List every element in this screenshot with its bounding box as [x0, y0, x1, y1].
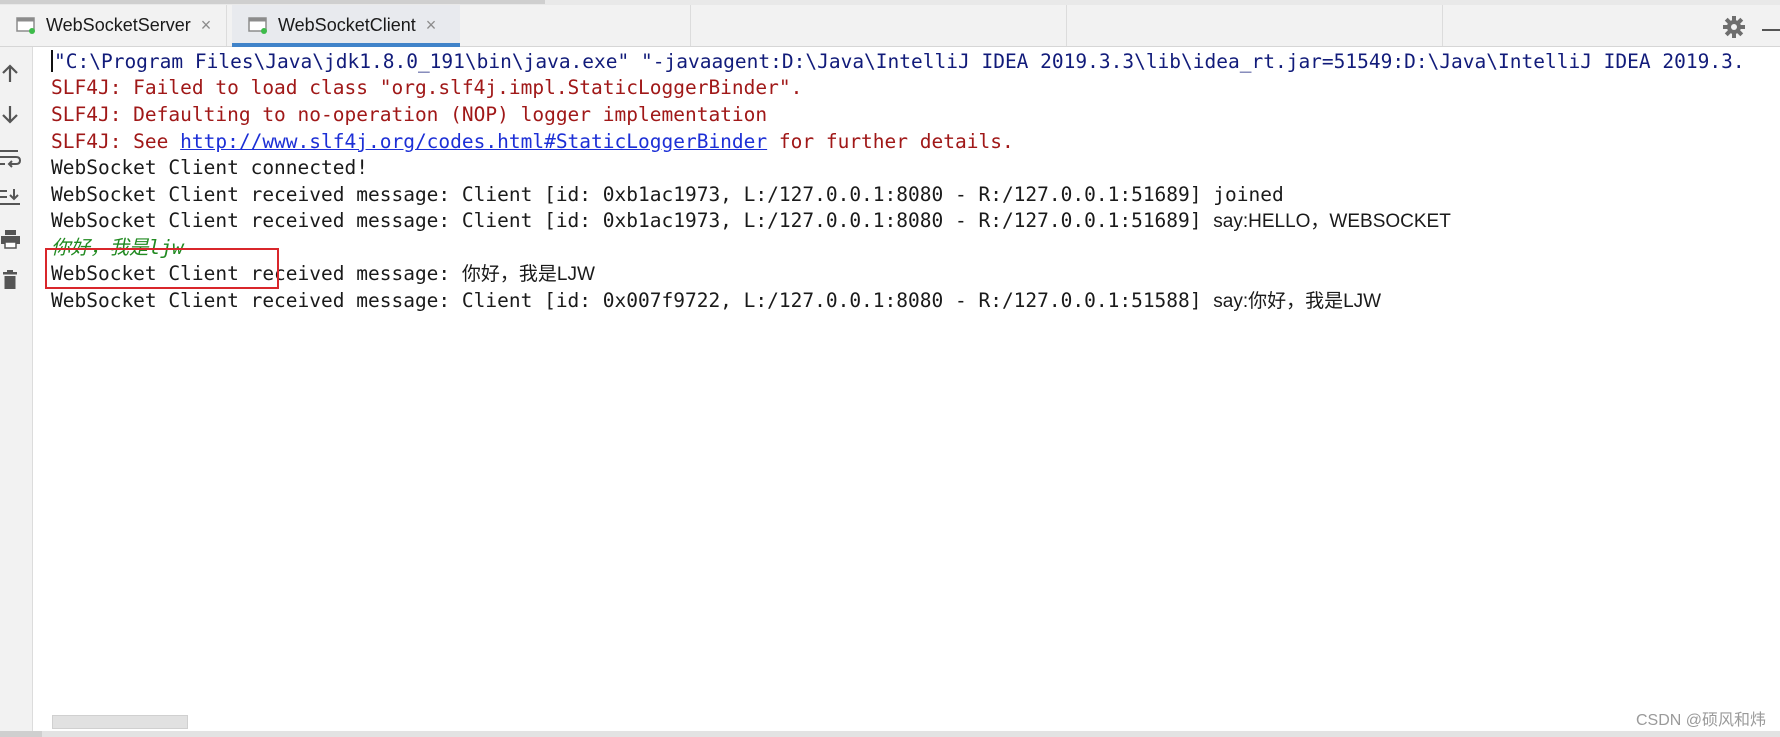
arrow-up-icon[interactable] [0, 62, 22, 84]
tab-websocket-client[interactable]: WebSocketClient × [232, 5, 460, 47]
tab-label: WebSocketClient [278, 15, 416, 35]
tab-websocket-server[interactable]: WebSocketServer × [0, 5, 226, 46]
console-line-output: WebSocket Client connected! [51, 156, 368, 179]
tab-divider [1066, 5, 1067, 46]
text-cursor [51, 50, 53, 72]
tab-divider [690, 5, 691, 46]
console-output[interactable]: "C:\Program Files\Java\jdk1.8.0_191\bin\… [33, 47, 1780, 727]
gear-icon[interactable] [1722, 15, 1746, 39]
run-tool-window: WebSocketServer × WebSocketClient × "C:\… [0, 0, 1780, 737]
tab-label: WebSocketServer [46, 15, 191, 35]
console-toolbar [0, 47, 33, 737]
console-app-icon [16, 17, 35, 34]
highlight-box [45, 248, 279, 289]
console-line-error: SLF4J: Defaulting to no-operation (NOP) … [51, 103, 768, 126]
minimize-icon[interactable] [1762, 29, 1780, 31]
tab-divider [1442, 5, 1443, 46]
soft-wrap-icon[interactable] [0, 146, 22, 168]
slf4j-link[interactable]: http://www.slf4j.org/codes.html#StaticLo… [180, 130, 767, 153]
close-tab-icon[interactable]: × [426, 15, 437, 36]
console-line-output: WebSocket Client received message: Clien… [51, 209, 1451, 232]
trash-icon[interactable] [0, 269, 22, 291]
console-line-error: SLF4J: Failed to load class "org.slf4j.i… [51, 76, 803, 99]
bottom-scroll-strip [0, 731, 1780, 737]
arrow-down-icon[interactable] [0, 104, 22, 126]
tab-divider [226, 5, 227, 46]
horizontal-scrollbar[interactable] [52, 715, 188, 729]
run-tab-bar: WebSocketServer × WebSocketClient × [0, 5, 1780, 47]
console-app-icon [248, 17, 267, 34]
print-icon[interactable] [0, 228, 22, 250]
scroll-to-end-icon[interactable] [0, 187, 22, 209]
watermark: CSDN @硕风和炜 [1635, 712, 1766, 729]
console-line-output: WebSocket Client received message: Clien… [51, 289, 1382, 312]
close-tab-icon[interactable]: × [201, 15, 212, 36]
